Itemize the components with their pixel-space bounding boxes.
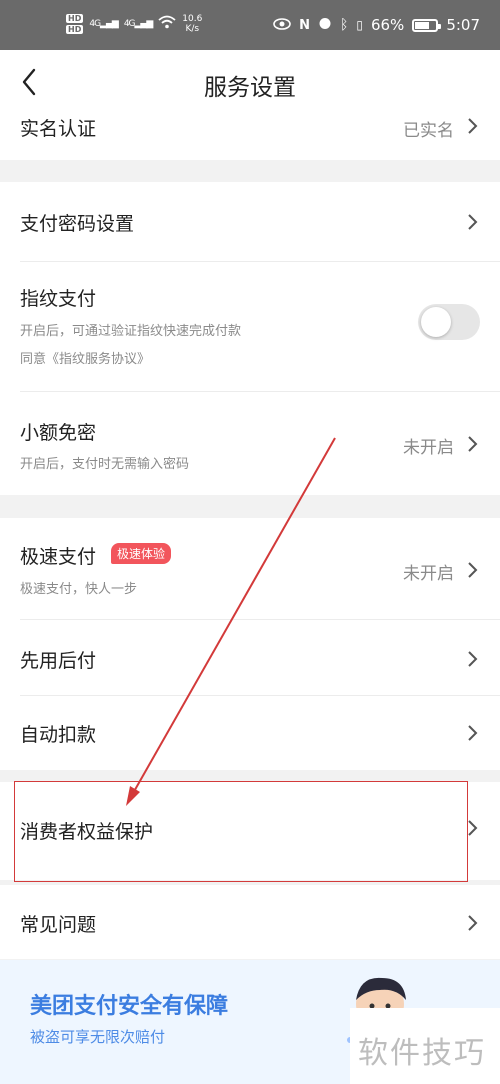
- signal-icon-1: 4G▂▄▆: [89, 19, 118, 29]
- chevron-right-icon: [468, 915, 478, 931]
- small-free-desc: 开启后，支付时无需输入密码: [20, 457, 190, 472]
- hd-badge-2: HD: [66, 25, 84, 34]
- fingerprint-toggle[interactable]: [418, 304, 480, 340]
- network-speed: 10.6 K/s: [182, 14, 202, 34]
- toggle-knob: [421, 307, 451, 337]
- battery-icon: [412, 18, 442, 32]
- annotation-highlight-box: [14, 781, 468, 882]
- auto-debit-label: 自动扣款: [20, 724, 97, 746]
- speed-value: 10.6: [182, 14, 203, 24]
- fast-pay-badge: 极速体验: [111, 543, 172, 564]
- fingerprint-agreement-link[interactable]: 同意《指纹服务协议》: [20, 348, 150, 367]
- signal-2-label: 4G: [123, 19, 136, 29]
- chevron-right-icon: [468, 562, 478, 578]
- chevron-right-icon: [468, 118, 478, 134]
- clock: 5:07: [446, 16, 480, 34]
- bluetooth-icon: ᛒ: [339, 17, 349, 33]
- alarm-icon: [318, 16, 332, 34]
- real-name-value: 已实名: [403, 121, 454, 141]
- chevron-right-icon: [468, 725, 478, 741]
- speed-unit: K/s: [185, 24, 200, 34]
- eye-icon: [273, 16, 291, 34]
- row-auto-debit[interactable]: 自动扣款: [0, 696, 500, 770]
- row-pay-password[interactable]: 支付密码设置: [0, 182, 500, 262]
- fast-pay-label: 极速支付: [20, 546, 97, 568]
- nav-bar: 服务设置: [0, 50, 500, 116]
- row-faq[interactable]: 常见问题: [0, 885, 500, 959]
- vibrate-icon: ▯: [356, 18, 363, 32]
- battery-percent: 66%: [370, 16, 405, 34]
- fast-pay-desc: 极速支付，快人一步: [20, 582, 138, 597]
- fingerprint-desc: 开启后，可通过验证指纹快速完成付款: [20, 324, 242, 339]
- real-name-label: 实名认证: [20, 118, 97, 140]
- row-small-amount-free[interactable]: 小额免密 开启后，支付时无需输入密码 未开启: [0, 392, 500, 495]
- banner-title: 美团支付安全有保障: [30, 994, 229, 1019]
- row-real-name[interactable]: 实名认证 已实名: [0, 116, 500, 160]
- chevron-right-icon: [468, 436, 478, 452]
- chevron-right-icon: [468, 214, 478, 230]
- signal-1-label: 4G: [89, 19, 101, 29]
- faq-label: 常见问题: [20, 914, 97, 936]
- pay-password-label: 支付密码设置: [20, 213, 135, 235]
- watermark-text: 软件技巧: [358, 1036, 486, 1071]
- fingerprint-label: 指纹支付: [20, 288, 97, 310]
- status-bar: HD HD 4G▂▄▆ 4G▂▄▆ 10.6 K/s N ᛒ ▯ 66% 5:0…: [0, 0, 500, 50]
- wifi-icon: [158, 15, 176, 33]
- row-pay-later[interactable]: 先用后付: [0, 620, 500, 696]
- signal-icon-2: 4G▂▄▆: [123, 19, 153, 29]
- status-left: HD HD 4G▂▄▆ 4G▂▄▆ 10.6 K/s: [66, 14, 202, 34]
- banner-subtitle: 被盗可享无限次赔付: [30, 1028, 166, 1046]
- small-free-label: 小额免密: [20, 422, 97, 444]
- row-fingerprint: 指纹支付 开启后，可通过验证指纹快速完成付款 同意《指纹服务协议》: [0, 262, 500, 392]
- pay-later-label: 先用后付: [20, 650, 97, 672]
- hd-badge-1: HD: [66, 14, 84, 23]
- page-title: 服务设置: [204, 75, 296, 101]
- small-free-value: 未开启: [403, 438, 454, 458]
- chevron-right-icon: [468, 651, 478, 667]
- nfc-icon: N: [299, 17, 310, 33]
- status-right: N ᛒ ▯ 66% 5:07: [273, 16, 480, 34]
- hd-indicators: HD HD: [66, 14, 84, 34]
- fast-pay-value: 未开启: [403, 564, 454, 584]
- row-fast-pay[interactable]: 极速支付 极速体验 极速支付，快人一步 未开启: [0, 518, 500, 620]
- chevron-right-icon: [468, 820, 478, 836]
- watermark: 软件技巧: [350, 1008, 500, 1084]
